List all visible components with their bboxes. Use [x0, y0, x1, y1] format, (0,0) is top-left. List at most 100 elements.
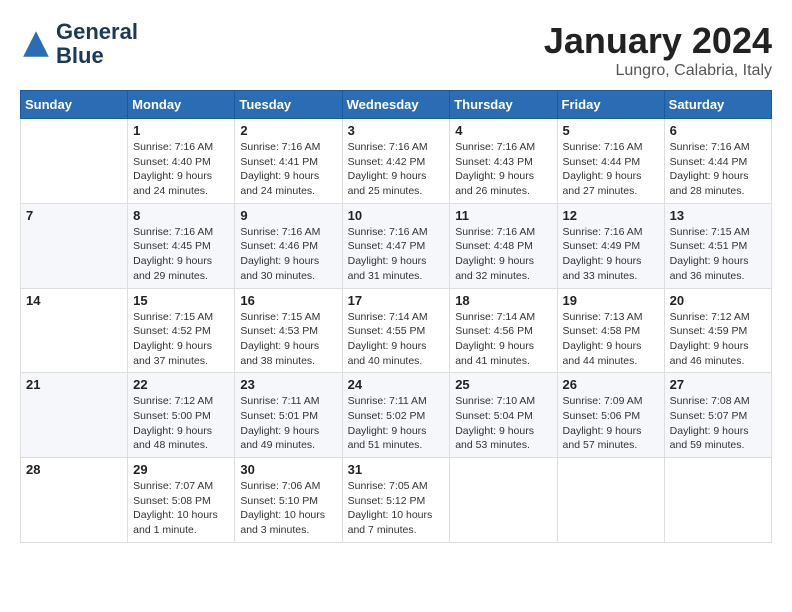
day-number: 24	[348, 377, 445, 392]
calendar-cell: 20 Sunrise: 7:12 AM Sunset: 4:59 PM Dayli…	[664, 288, 771, 373]
day-info: Sunrise: 7:15 AM Sunset: 4:51 PM Dayligh…	[670, 225, 766, 284]
calendar-cell: 7	[21, 203, 128, 288]
calendar-week-3: 14 15 Sunrise: 7:15 AM Sunset: 4:52 PM Day…	[21, 288, 772, 373]
calendar-cell: 29 Sunrise: 7:07 AM Sunset: 5:08 PM Dayli…	[128, 458, 235, 543]
calendar-cell: 17 Sunrise: 7:14 AM Sunset: 4:55 PM Dayli…	[342, 288, 450, 373]
day-number: 27	[670, 377, 766, 392]
calendar-cell: 27 Sunrise: 7:08 AM Sunset: 5:07 PM Dayli…	[664, 373, 771, 458]
day-number: 8	[133, 208, 229, 223]
day-number: 28	[26, 462, 122, 477]
calendar-cell: 28	[21, 458, 128, 543]
calendar-cell: 24Sunrise: 7:11 AM Sunset: 5:02 PM Dayli…	[342, 373, 450, 458]
day-info: Sunrise: 7:15 AM Sunset: 4:53 PM Dayligh…	[240, 310, 336, 369]
day-number: 5	[563, 123, 659, 138]
day-info: Sunrise: 7:16 AM Sunset: 4:43 PM Dayligh…	[455, 140, 551, 199]
day-info: Sunrise: 7:16 AM Sunset: 4:45 PM Dayligh…	[133, 225, 229, 284]
day-number: 18	[455, 293, 551, 308]
day-number: 3	[348, 123, 445, 138]
day-number: 29	[133, 462, 229, 477]
day-info: Sunrise: 7:16 AM Sunset: 4:48 PM Dayligh…	[455, 225, 551, 284]
calendar-cell: 6Sunrise: 7:16 AM Sunset: 4:44 PM Daylig…	[664, 119, 771, 204]
day-number: 16	[240, 293, 336, 308]
calendar-table: SundayMondayTuesdayWednesdayThursdayFrid…	[20, 90, 772, 543]
title-block: January 2024 Lungro, Calabria, Italy	[544, 20, 772, 80]
day-info: Sunrise: 7:09 AM Sunset: 5:06 PM Dayligh…	[563, 394, 659, 453]
calendar-cell: 25Sunrise: 7:10 AM Sunset: 5:04 PM Dayli…	[450, 373, 557, 458]
day-number: 4	[455, 123, 551, 138]
day-info: Sunrise: 7:12 AM Sunset: 5:00 PM Dayligh…	[133, 394, 229, 453]
weekday-header-wednesday: Wednesday	[342, 91, 450, 119]
month-title: January 2024	[544, 20, 772, 62]
weekday-header-monday: Monday	[128, 91, 235, 119]
calendar-cell: 16 Sunrise: 7:15 AM Sunset: 4:53 PM Dayli…	[235, 288, 342, 373]
day-info: Sunrise: 7:05 AM Sunset: 5:12 PM Dayligh…	[348, 479, 445, 538]
calendar-cell: 13 Sunrise: 7:15 AM Sunset: 4:51 PM Dayli…	[664, 203, 771, 288]
day-info: Sunrise: 7:15 AM Sunset: 4:52 PM Dayligh…	[133, 310, 229, 369]
day-number: 22	[133, 377, 229, 392]
weekday-header-sunday: Sunday	[21, 91, 128, 119]
logo-text: General Blue	[56, 20, 138, 68]
day-info: Sunrise: 7:13 AM Sunset: 4:58 PM Dayligh…	[563, 310, 659, 369]
day-number: 15	[133, 293, 229, 308]
day-info: Sunrise: 7:16 AM Sunset: 4:49 PM Dayligh…	[563, 225, 659, 284]
calendar-cell: 30Sunrise: 7:06 AM Sunset: 5:10 PM Dayli…	[235, 458, 342, 543]
calendar-cell: 3 Sunrise: 7:16 AM Sunset: 4:42 PM Daylig…	[342, 119, 450, 204]
calendar-cell: 8 Sunrise: 7:16 AM Sunset: 4:45 PM Daylig…	[128, 203, 235, 288]
calendar-week-4: 21 22 Sunrise: 7:12 AM Sunset: 5:00 PM Day…	[21, 373, 772, 458]
day-info: Sunrise: 7:16 AM Sunset: 4:44 PM Dayligh…	[563, 140, 659, 199]
calendar-cell	[557, 458, 664, 543]
day-number: 9	[240, 208, 336, 223]
calendar-cell	[450, 458, 557, 543]
day-number: 7	[26, 208, 122, 223]
day-number: 14	[26, 293, 122, 308]
calendar-week-2: 78 Sunrise: 7:16 AM Sunset: 4:45 PM Dayli…	[21, 203, 772, 288]
day-number: 20	[670, 293, 766, 308]
calendar-cell	[21, 119, 128, 204]
day-info: Sunrise: 7:08 AM Sunset: 5:07 PM Dayligh…	[670, 394, 766, 453]
location: Lungro, Calabria, Italy	[544, 62, 772, 80]
logo-icon	[20, 28, 52, 60]
weekday-header-row: SundayMondayTuesdayWednesdayThursdayFrid…	[21, 91, 772, 119]
day-info: Sunrise: 7:16 AM Sunset: 4:42 PM Dayligh…	[348, 140, 445, 199]
day-info: Sunrise: 7:11 AM Sunset: 5:01 PM Dayligh…	[240, 394, 336, 453]
day-number: 13	[670, 208, 766, 223]
day-info: Sunrise: 7:14 AM Sunset: 4:56 PM Dayligh…	[455, 310, 551, 369]
day-number: 19	[563, 293, 659, 308]
calendar-cell: 10Sunrise: 7:16 AM Sunset: 4:47 PM Dayli…	[342, 203, 450, 288]
calendar-cell: 19 Sunrise: 7:13 AM Sunset: 4:58 PM Dayli…	[557, 288, 664, 373]
calendar-cell: 23Sunrise: 7:11 AM Sunset: 5:01 PM Dayli…	[235, 373, 342, 458]
calendar-cell: 18 Sunrise: 7:14 AM Sunset: 4:56 PM Dayli…	[450, 288, 557, 373]
weekday-header-thursday: Thursday	[450, 91, 557, 119]
day-info: Sunrise: 7:12 AM Sunset: 4:59 PM Dayligh…	[670, 310, 766, 369]
day-number: 25	[455, 377, 551, 392]
day-info: Sunrise: 7:16 AM Sunset: 4:46 PM Dayligh…	[240, 225, 336, 284]
calendar-cell	[664, 458, 771, 543]
page-header: General Blue January 2024 Lungro, Calabr…	[20, 20, 772, 80]
day-number: 2	[240, 123, 336, 138]
day-number: 1	[133, 123, 229, 138]
calendar-cell: 15 Sunrise: 7:15 AM Sunset: 4:52 PM Dayli…	[128, 288, 235, 373]
calendar-cell: 2 Sunrise: 7:16 AM Sunset: 4:41 PM Daylig…	[235, 119, 342, 204]
day-number: 12	[563, 208, 659, 223]
day-number: 6	[670, 123, 766, 138]
day-number: 31	[348, 462, 445, 477]
day-info: Sunrise: 7:16 AM Sunset: 4:41 PM Dayligh…	[240, 140, 336, 199]
day-info: Sunrise: 7:06 AM Sunset: 5:10 PM Dayligh…	[240, 479, 336, 538]
calendar-cell: 21	[21, 373, 128, 458]
logo: General Blue	[20, 20, 138, 68]
weekday-header-friday: Friday	[557, 91, 664, 119]
day-info: Sunrise: 7:16 AM Sunset: 4:40 PM Dayligh…	[133, 140, 229, 199]
calendar-week-1: 1 Sunrise: 7:16 AM Sunset: 4:40 PM Daylig…	[21, 119, 772, 204]
day-number: 17	[348, 293, 445, 308]
calendar-cell: 31 Sunrise: 7:05 AM Sunset: 5:12 PM Dayli…	[342, 458, 450, 543]
day-info: Sunrise: 7:07 AM Sunset: 5:08 PM Dayligh…	[133, 479, 229, 538]
day-number: 11	[455, 208, 551, 223]
calendar-cell: 12 Sunrise: 7:16 AM Sunset: 4:49 PM Dayli…	[557, 203, 664, 288]
calendar-cell: 26Sunrise: 7:09 AM Sunset: 5:06 PM Dayli…	[557, 373, 664, 458]
day-number: 21	[26, 377, 122, 392]
calendar-cell: 22 Sunrise: 7:12 AM Sunset: 5:00 PM Dayli…	[128, 373, 235, 458]
calendar-cell: 11 Sunrise: 7:16 AM Sunset: 4:48 PM Dayli…	[450, 203, 557, 288]
day-info: Sunrise: 7:14 AM Sunset: 4:55 PM Dayligh…	[348, 310, 445, 369]
day-info: Sunrise: 7:16 AM Sunset: 4:47 PM Dayligh…	[348, 225, 445, 284]
calendar-week-5: 28 29 Sunrise: 7:07 AM Sunset: 5:08 PM Day…	[21, 458, 772, 543]
